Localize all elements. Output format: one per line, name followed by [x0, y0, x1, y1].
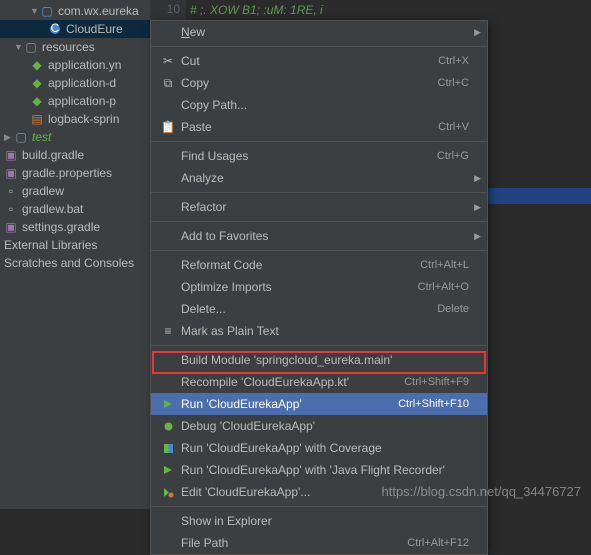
menu-analyze[interactable]: Analyze▶: [151, 167, 487, 189]
menu-build-module[interactable]: Build Module 'springcloud_eureka.main': [151, 349, 487, 371]
tree-label: External Libraries: [4, 238, 97, 252]
submenu-arrow-icon: ▶: [474, 173, 481, 184]
menu-separator: [151, 192, 487, 193]
menu-optimize[interactable]: Optimize ImportsCtrl+Alt+O: [151, 276, 487, 298]
menu-separator: [151, 506, 487, 507]
tree-xml[interactable]: ▤ logback-sprin: [0, 110, 150, 128]
paste-icon: 📋: [159, 120, 177, 134]
tree-label: gradlew.bat: [22, 202, 83, 216]
menu-reformat[interactable]: Reformat CodeCtrl+Alt+L: [151, 254, 487, 276]
menu-add-favorites[interactable]: Add to Favorites▶: [151, 225, 487, 247]
tree-label: resources: [42, 40, 95, 54]
tree-file[interactable]: ▫ gradlew: [0, 182, 150, 200]
menu-copy-path[interactable]: Copy Path...: [151, 94, 487, 116]
menu-separator: [151, 46, 487, 47]
menu-refactor[interactable]: Refactor▶: [151, 196, 487, 218]
menu-delete[interactable]: Delete...Delete: [151, 298, 487, 320]
file-icon: ▫: [4, 184, 18, 198]
menu-run-jfr[interactable]: Run 'CloudEurekaApp' with 'Java Flight R…: [151, 459, 487, 481]
menu-debug[interactable]: Debug 'CloudEurekaApp': [151, 415, 487, 437]
submenu-arrow-icon: ▶: [474, 202, 481, 213]
menu-separator: [151, 141, 487, 142]
menu-cut[interactable]: ✂CutCtrl+X: [151, 50, 487, 72]
menu-separator: [151, 250, 487, 251]
menu-run[interactable]: Run 'CloudEurekaApp'Ctrl+Shift+F10: [151, 393, 487, 415]
context-menu: New▶ ✂CutCtrl+X ⧉CopyCtrl+C Copy Path...…: [150, 20, 488, 555]
menu-copy[interactable]: ⧉CopyCtrl+C: [151, 72, 487, 94]
run-icon: [159, 465, 177, 475]
tree-test[interactable]: ▶▢test: [0, 128, 150, 146]
coverage-icon: [159, 443, 177, 454]
copy-icon: ⧉: [159, 76, 177, 91]
text-icon: ≡: [159, 324, 177, 338]
menu-recompile[interactable]: Recompile 'CloudEurekaApp.kt'Ctrl+Shift+…: [151, 371, 487, 393]
svg-text:C: C: [51, 23, 60, 35]
tree-label: application-p: [48, 94, 116, 108]
menu-file-path[interactable]: File PathCtrl+Alt+F12: [151, 532, 487, 554]
kotlin-class-icon: C: [48, 22, 62, 36]
run-icon: [159, 399, 177, 409]
tree-yml[interactable]: ◆ application-p: [0, 92, 150, 110]
tree-package[interactable]: ▼▢com.wx.eureka: [0, 2, 150, 20]
gradle-icon: ▣: [4, 148, 18, 162]
yaml-icon: ◆: [30, 76, 44, 90]
menu-find-usages[interactable]: Find UsagesCtrl+G: [151, 145, 487, 167]
tree-class-selected[interactable]: C CloudEure: [0, 20, 150, 38]
gradle-icon: ▣: [4, 166, 18, 180]
tree-file[interactable]: ▫ gradlew.bat: [0, 200, 150, 218]
debug-icon: [159, 421, 177, 432]
tree-resources[interactable]: ▼▢resources: [0, 38, 150, 56]
submenu-arrow-icon: ▶: [474, 27, 481, 38]
cut-icon: ✂: [159, 54, 177, 68]
tree-label: application.yn: [48, 58, 121, 72]
tree-label: CloudEure: [66, 22, 123, 36]
tree-gradle[interactable]: ▣ gradle.properties: [0, 164, 150, 182]
gradle-icon: ▣: [4, 220, 18, 234]
menu-mark-plain[interactable]: ≡Mark as Plain Text: [151, 320, 487, 342]
tree-label: test: [32, 130, 51, 144]
menu-new[interactable]: New▶: [151, 21, 487, 43]
tree-external-libs[interactable]: External Libraries: [0, 236, 150, 254]
tree-gradle[interactable]: ▣ settings.gradle: [0, 218, 150, 236]
project-tree: ▼▢com.wx.eureka C CloudEure ▼▢resources ◆…: [0, 0, 150, 509]
tree-label: com.wx.eureka: [58, 4, 139, 18]
yaml-icon: ◆: [30, 94, 44, 108]
menu-show-explorer[interactable]: Show in Explorer: [151, 510, 487, 532]
tree-label: application-d: [48, 76, 116, 90]
tree-label: settings.gradle: [22, 220, 100, 234]
tree-gradle[interactable]: ▣ build.gradle: [0, 146, 150, 164]
tree-label: logback-sprin: [48, 112, 119, 126]
tree-label: gradle.properties: [22, 166, 112, 180]
tree-scratches[interactable]: Scratches and Consoles: [0, 254, 150, 272]
menu-separator: [151, 345, 487, 346]
edit-config-icon: [159, 487, 177, 498]
tree-yml[interactable]: ◆ application-d: [0, 74, 150, 92]
menu-separator: [151, 221, 487, 222]
file-icon: ▫: [4, 202, 18, 216]
tree-label: Scratches and Consoles: [4, 256, 134, 270]
menu-run-coverage[interactable]: Run 'CloudEurekaApp' with Coverage: [151, 437, 487, 459]
xml-icon: ▤: [30, 112, 44, 126]
yaml-icon: ◆: [30, 58, 44, 72]
tree-yml[interactable]: ◆ application.yn: [0, 56, 150, 74]
submenu-arrow-icon: ▶: [474, 231, 481, 242]
tree-label: gradlew: [22, 184, 64, 198]
watermark: https://blog.csdn.net/qq_34476727: [382, 484, 582, 499]
menu-paste[interactable]: 📋PasteCtrl+V: [151, 116, 487, 138]
tree-label: build.gradle: [22, 148, 84, 162]
